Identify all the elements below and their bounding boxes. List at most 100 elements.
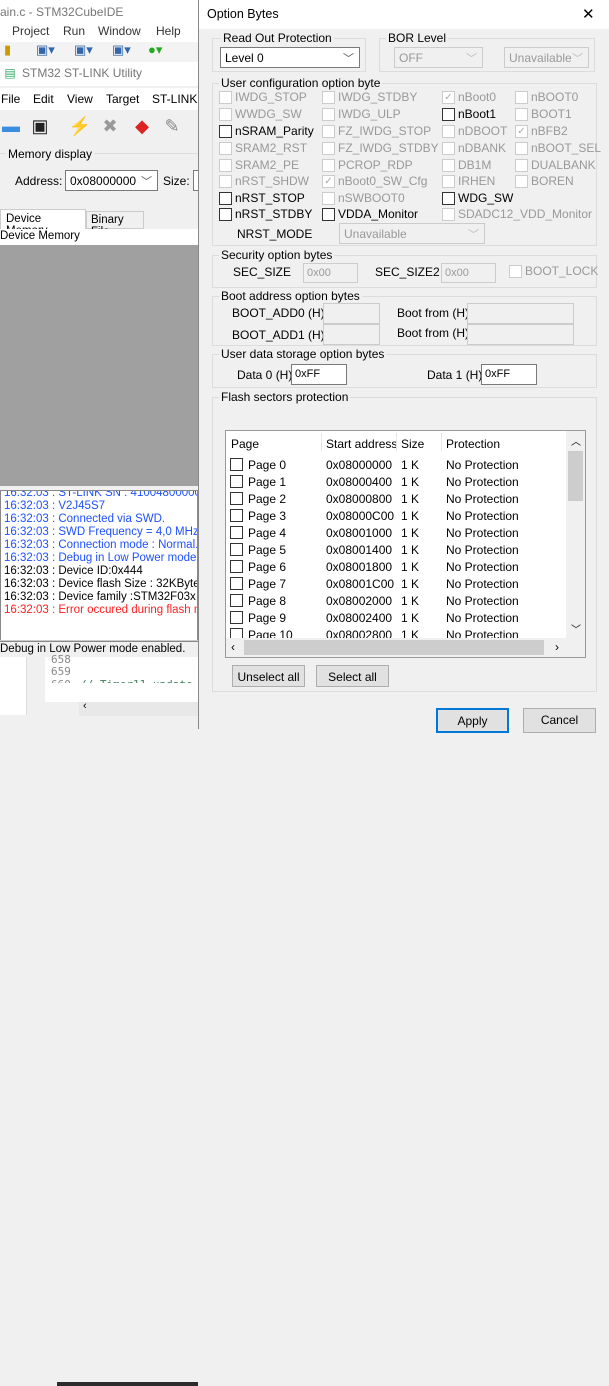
checkbox-ndbank[interactable]: nDBANK [442, 141, 506, 155]
checkbox-nboot1[interactable]: nBoot1 [442, 107, 496, 121]
new-class-icon[interactable]: ▣▾ [36, 42, 55, 58]
page-checkbox[interactable] [230, 475, 243, 488]
select-all-button[interactable]: Select all [316, 665, 389, 687]
page-checkbox[interactable] [230, 611, 243, 624]
table-row[interactable]: Page 7 0x08001C00 1 K No Protection [226, 576, 566, 593]
checkbox-db1m[interactable]: DB1M [442, 158, 491, 172]
scroll-left-icon[interactable]: ‹ [231, 640, 235, 654]
checkbox-fz-iwdg-stop[interactable]: FZ_IWDG_STOP [322, 124, 431, 138]
column-divider[interactable] [396, 433, 397, 451]
table-row[interactable]: Page 9 0x08002400 1 K No Protection [226, 610, 566, 627]
boot-add1-field[interactable] [323, 324, 380, 345]
checkbox-iwdg-stop[interactable]: IWDG_STOP [219, 90, 307, 104]
checkbox-iwdg-ulp[interactable]: IWDG_ULP [322, 107, 401, 121]
page-checkbox[interactable] [230, 509, 243, 522]
plugin-icon[interactable]: ▮ [4, 42, 11, 58]
page-checkbox[interactable] [230, 594, 243, 607]
save-icon[interactable]: ▣ [28, 114, 52, 138]
code-editor[interactable]: 658 659 660 // Timer11 update [45, 653, 198, 702]
checkbox-nrst-stdby[interactable]: nRST_STDBY [219, 207, 312, 221]
table-row[interactable]: Page 2 0x08000800 1 K No Protection [226, 491, 566, 508]
checkbox-nbfb2[interactable]: ✓ nBFB2 [515, 124, 568, 138]
checkbox-nboot0[interactable]: ✓ nBoot0 [442, 90, 496, 104]
open-file-icon[interactable]: ▬ [0, 114, 22, 138]
ide-menu-project[interactable]: Project [12, 24, 49, 38]
checkbox-wwdg-sw[interactable]: WWDG_SW [219, 107, 302, 121]
checkbox-nboot0-sw-cfg[interactable]: ✓ nBoot0_SW_Cfg [322, 174, 427, 188]
boot-add0-field[interactable] [323, 303, 380, 324]
page-checkbox[interactable] [230, 526, 243, 539]
table-row[interactable]: Page 4 0x08001000 1 K No Protection [226, 525, 566, 542]
checkbox-nswboot0[interactable]: nSWBOOT0 [322, 191, 405, 205]
sec-size2-field[interactable]: 0x00 [441, 263, 496, 283]
menu-file[interactable]: File [1, 92, 20, 106]
column-header[interactable]: Page [231, 437, 259, 451]
column-divider[interactable] [441, 433, 442, 451]
connect-icon[interactable]: ⚡ [68, 114, 92, 138]
table-row[interactable]: Page 5 0x08001400 1 K No Protection [226, 542, 566, 559]
tab-device-memory[interactable]: Device Memory [0, 209, 86, 237]
program-icon[interactable]: ✎ [160, 114, 184, 138]
close-icon[interactable]: ✕ [582, 5, 595, 23]
ide-menu-help[interactable]: Help [156, 24, 181, 38]
new-source-icon[interactable]: ▣▾ [112, 42, 131, 58]
checkbox-nsram-parity[interactable]: nSRAM_Parity [219, 124, 314, 138]
menu-edit[interactable]: Edit [33, 92, 54, 106]
page-checkbox[interactable] [230, 458, 243, 471]
checkbox-vdda-monitor[interactable]: VDDA_Monitor [322, 207, 418, 221]
checkbox-nrst-stop[interactable]: nRST_STOP [219, 191, 305, 205]
column-divider[interactable] [321, 433, 322, 451]
menu-view[interactable]: View [67, 92, 93, 106]
checkbox-dualbank[interactable]: DUALBANK [515, 158, 596, 172]
column-header[interactable]: Size [401, 437, 424, 451]
ide-menu-run[interactable]: Run [63, 24, 85, 38]
checkbox-nrst-shdw[interactable]: nRST_SHDW [219, 174, 309, 188]
new-file-icon[interactable]: ▣▾ [74, 42, 93, 58]
page-checkbox[interactable] [230, 543, 243, 556]
boot-lock-checkbox[interactable]: BOOT_LOCK [509, 264, 598, 278]
checkbox-boot1[interactable]: BOOT1 [515, 107, 572, 121]
column-header[interactable]: Start address [326, 437, 397, 451]
menu-stlink[interactable]: ST-LINK [152, 92, 197, 106]
scroll-down-icon[interactable]: ﹀ [571, 621, 581, 636]
cancel-button[interactable]: Cancel [523, 708, 596, 733]
nrst-mode-combo[interactable]: Unavailable ﹀ [339, 223, 485, 244]
checkbox-iwdg-stdby[interactable]: IWDG_STDBY [322, 90, 417, 104]
column-header[interactable]: Protection [446, 437, 500, 451]
scrollbar-thumb[interactable] [568, 451, 583, 501]
checkbox-nboot-sel[interactable]: nBOOT_SEL [515, 141, 601, 155]
new-project-icon[interactable]: ●▾ [148, 42, 162, 58]
data0-field[interactable]: 0xFF [291, 364, 347, 385]
checkbox-irhen[interactable]: IRHEN [442, 174, 495, 188]
checkbox-boren[interactable]: BOREN [515, 174, 574, 188]
editor-hscrollbar[interactable]: ‹ [79, 700, 198, 716]
checkbox-ndboot[interactable]: nDBOOT [442, 124, 507, 138]
bor-level-combo[interactable]: OFF ﹀ [394, 47, 483, 68]
tab-binary-file[interactable]: Binary File [86, 211, 144, 238]
table-row[interactable]: Page 6 0x08001800 1 K No Protection [226, 559, 566, 576]
checkbox-nboot0[interactable]: nBOOT0 [515, 90, 578, 104]
boot-from1-field[interactable] [467, 324, 574, 345]
hscrollbar-thumb[interactable] [244, 640, 544, 655]
ide-menu-window[interactable]: Window [98, 24, 141, 38]
vertical-scrollbar[interactable]: ︿ ﹀ [566, 431, 585, 638]
table-row[interactable]: Page 0 0x08000000 1 K No Protection [226, 457, 566, 474]
checkbox-sram2-rst[interactable]: SRAM2_RST [219, 141, 307, 155]
boot-from0-field[interactable] [467, 303, 574, 324]
table-row[interactable]: Page 8 0x08002000 1 K No Protection [226, 593, 566, 610]
sec-size-field[interactable]: 0x00 [303, 263, 358, 283]
scroll-right-icon[interactable]: › [555, 640, 559, 654]
checkbox-fz-iwdg-stdby[interactable]: FZ_IWDG_STDBY [322, 141, 439, 155]
bor-threshold-combo[interactable]: Unavailable ﹀ [504, 47, 589, 68]
page-checkbox[interactable] [230, 577, 243, 590]
table-row[interactable]: Page 3 0x08000C00 1 K No Protection [226, 508, 566, 525]
apply-button[interactable]: Apply [436, 708, 509, 733]
scroll-up-icon[interactable]: ︿ [571, 433, 581, 448]
disconnect-icon[interactable]: ✖ [98, 114, 122, 138]
checkbox-sdadc12-vdd-monitor[interactable]: SDADC12_VDD_Monitor [442, 207, 592, 221]
menu-target[interactable]: Target [106, 92, 139, 106]
checkbox-sram2-pe[interactable]: SRAM2_PE [219, 158, 299, 172]
page-checkbox[interactable] [230, 560, 243, 573]
data1-field[interactable]: 0xFF [481, 364, 537, 385]
checkbox-wdg-sw[interactable]: WDG_SW [442, 191, 513, 205]
